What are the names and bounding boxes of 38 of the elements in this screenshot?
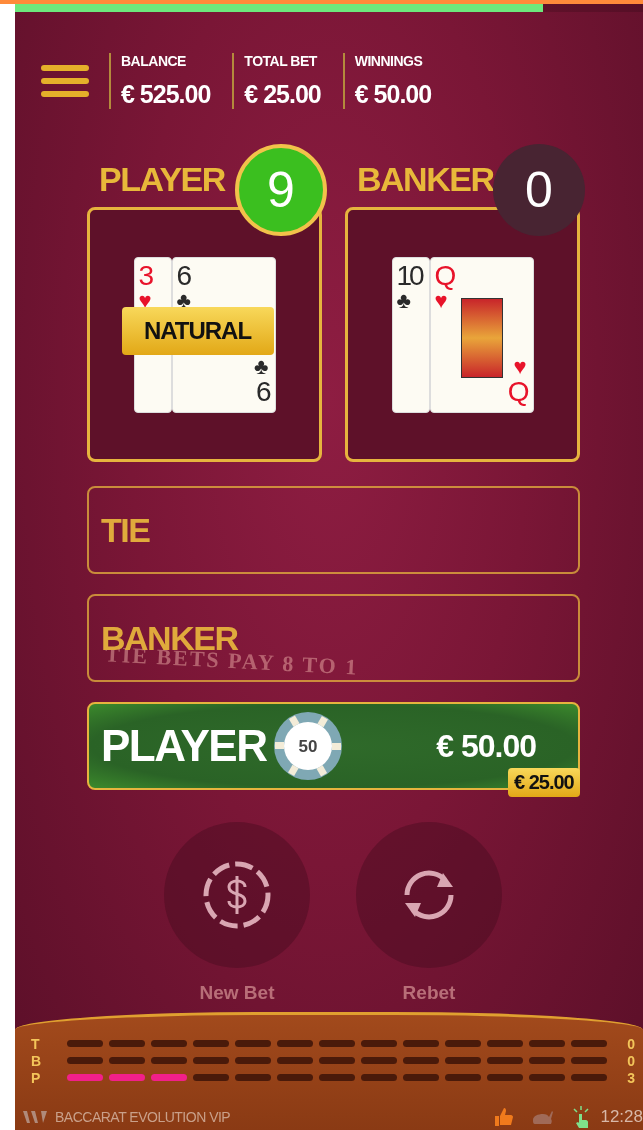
- stat-label: BALANCE: [121, 53, 187, 69]
- hand-title: PLAYER: [99, 160, 225, 199]
- score-badge: 9: [235, 144, 327, 236]
- roadmap-label: B: [31, 1052, 43, 1069]
- stat-label: TOTAL BET: [244, 53, 319, 69]
- card-suit: ♥: [434, 289, 448, 312]
- roadmap-label: P: [31, 1069, 42, 1086]
- game-title: BACCARAT EVOLUTION VIP: [55, 1109, 231, 1125]
- thumbs-up-icon[interactable]: [494, 1107, 515, 1127]
- card-suit: ♣: [396, 289, 412, 312]
- logo-icon: [23, 1111, 47, 1123]
- stat-value: € 50.00: [354, 80, 432, 109]
- card-rank: 10: [396, 261, 424, 290]
- natural-badge: NATURAL: [121, 306, 274, 355]
- score-badge: 0: [493, 144, 585, 236]
- stat-value: € 25.00: [244, 80, 321, 109]
- clock-time: 12:28: [600, 1107, 643, 1127]
- roadmap-count: 0: [626, 1052, 635, 1069]
- roadmap-count: 0: [626, 1035, 635, 1052]
- roadmap-count: 3: [626, 1069, 635, 1086]
- card-rank: 6: [255, 377, 269, 406]
- win-amount: € 25.00: [508, 768, 580, 797]
- card-rank: Q: [507, 377, 527, 406]
- bet-spot[interactable]: TIE: [87, 486, 580, 574]
- card-rank: Q: [434, 261, 455, 290]
- stat-label: WINNINGS: [354, 53, 424, 69]
- chip-icon: 50: [273, 711, 343, 781]
- hand-title: BANKER: [357, 160, 494, 199]
- card-suit: ♣: [254, 355, 269, 378]
- card-suit: ♥: [513, 355, 527, 378]
- action-label: New Bet: [199, 982, 275, 1004]
- card-rank: 3: [138, 261, 153, 290]
- dollar-chip-icon: [201, 859, 273, 931]
- bet-amount: € 50.00: [436, 727, 536, 765]
- roadmap-label: T: [31, 1035, 41, 1052]
- card-rank: 6: [176, 261, 191, 290]
- stat-value: € 525.00: [121, 80, 211, 109]
- action-label: Rebet: [402, 982, 456, 1004]
